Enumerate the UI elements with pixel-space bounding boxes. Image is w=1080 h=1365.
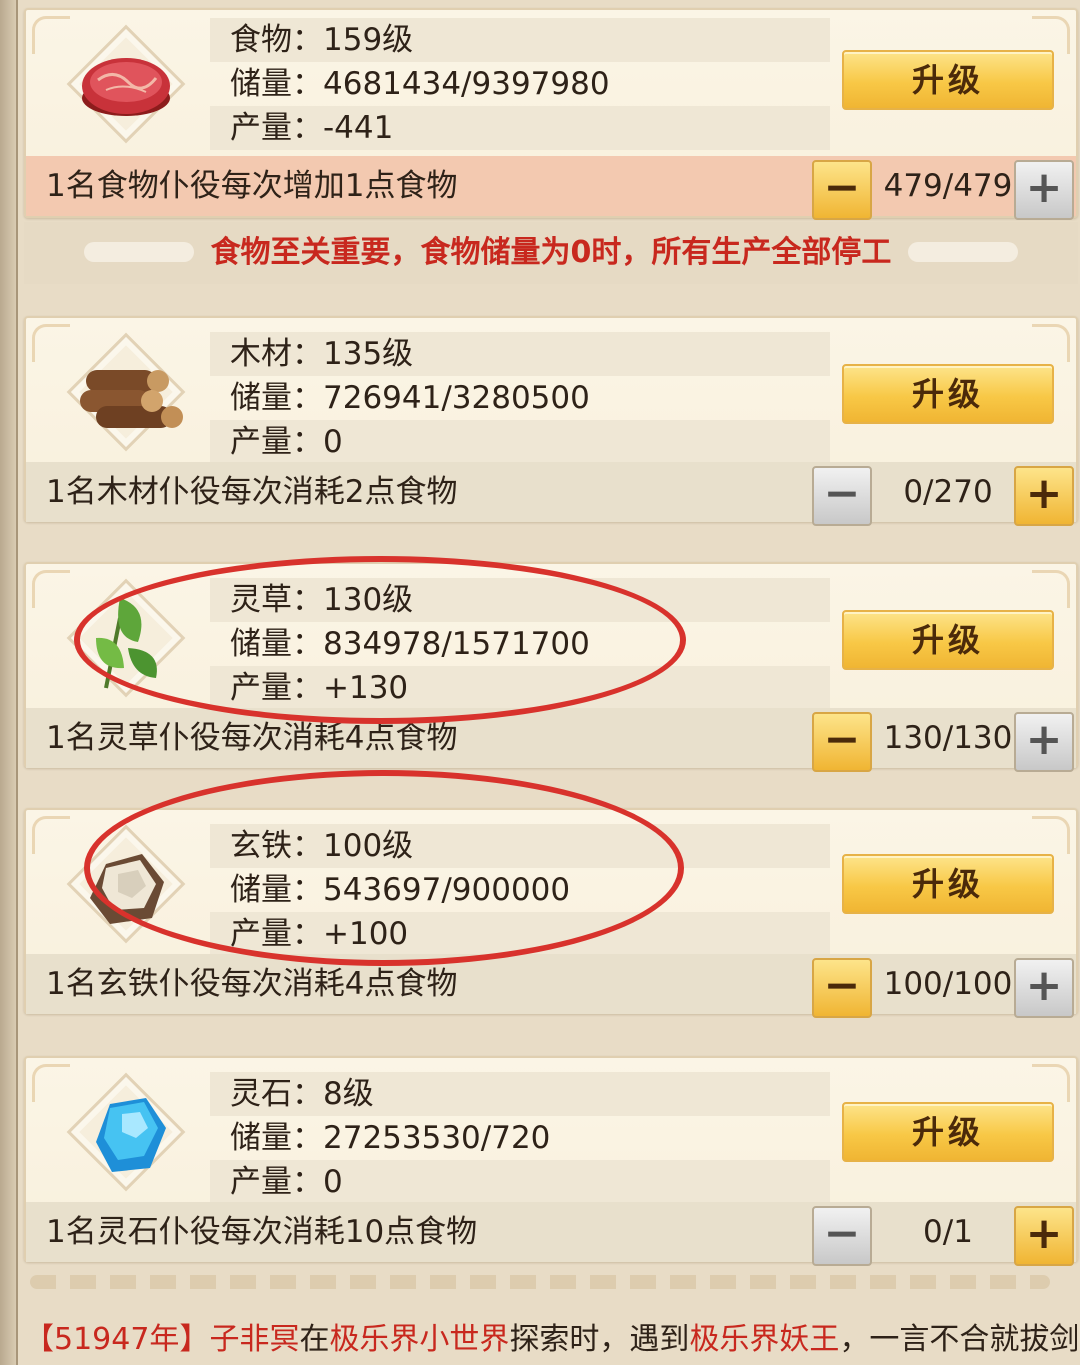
notice-text: 食物至关重要，食物储量为0时，所有生产全部停工 — [210, 235, 892, 270]
servant-description: 1名灵草仆役每次消耗4点食物 — [46, 720, 458, 756]
card-corner-ornament — [32, 570, 70, 608]
plus-button-iron[interactable]: + — [1014, 958, 1074, 1018]
minus-button-herb[interactable]: − — [812, 712, 872, 772]
log-text: 在 — [299, 1322, 330, 1357]
resource-level: 灵石：8级 — [210, 1072, 830, 1116]
servant-description: 1名玄铁仆役每次消耗4点食物 — [46, 966, 458, 1002]
left-edge-strip — [0, 0, 18, 1365]
resource-level: 灵草：130级 — [210, 578, 830, 622]
plus-button-food[interactable]: + — [1014, 160, 1074, 220]
resource-level: 玄铁：100级 — [210, 824, 830, 868]
resource-output: 产量：+130 — [210, 666, 830, 710]
food-notice: 食物至关重要，食物储量为0时，所有生产全部停工 — [24, 222, 1078, 284]
resource-output: 产量：+100 — [210, 912, 830, 956]
meat-icon — [66, 24, 186, 144]
log-enemy[interactable]: 极乐界妖王 — [689, 1322, 839, 1357]
log-text: ，一言不合就拔剑 — [839, 1322, 1078, 1357]
herb-leaf-icon — [66, 578, 186, 698]
servant-description: 1名食物仆役每次增加1点食物 — [46, 168, 458, 204]
servant-bar-food: 1名食物仆役每次增加1点食物 − 479/479 + — [26, 156, 1076, 220]
card-corner-ornament — [1032, 1064, 1070, 1102]
plus-button-stone[interactable]: + — [1014, 1206, 1074, 1266]
servant-bar-herb: 1名灵草仆役每次消耗4点食物 − 130/130 + — [26, 708, 1076, 772]
servant-description: 1名木材仆役每次消耗2点食物 — [46, 474, 458, 510]
log-year: 【51947年】 — [24, 1322, 210, 1357]
servant-description: 1名灵石仆役每次消耗10点食物 — [46, 1214, 478, 1250]
plus-button-wood[interactable]: + — [1014, 466, 1074, 526]
card-corner-ornament — [1032, 16, 1070, 54]
wood-logs-icon — [66, 332, 186, 452]
servant-count: 0/1 — [923, 1214, 973, 1250]
card-corner-ornament — [32, 324, 70, 362]
ornamental-divider — [30, 1275, 1050, 1289]
upgrade-button-food[interactable]: 升级 — [842, 50, 1054, 110]
plus-button-herb[interactable]: + — [1014, 712, 1074, 772]
resource-level: 食物：159级 — [210, 18, 830, 62]
log-place[interactable]: 极乐界小世界 — [329, 1322, 509, 1357]
resource-card-herb: 灵草：130级 储量：834978/1571700 产量：+130 升级 1名灵… — [24, 562, 1078, 772]
log-actor[interactable]: 子非冥 — [209, 1322, 299, 1357]
servant-bar-wood: 1名木材仆役每次消耗2点食物 − 0/270 + — [26, 462, 1076, 526]
resource-output: 产量：-441 — [210, 106, 830, 150]
resource-storage: 储量：543697/900000 — [230, 872, 571, 908]
servant-count: 100/100 — [883, 966, 1013, 1002]
upgrade-button-iron[interactable]: 升级 — [842, 854, 1054, 914]
event-log: 【51947年】子非冥在极乐界小世界探索时，遇到极乐界妖王，一言不合就拔剑 — [24, 1318, 1078, 1362]
resource-storage: 储量：4681434/9397980 — [230, 66, 610, 102]
resource-storage: 储量：834978/1571700 — [230, 626, 590, 662]
resource-storage: 储量：726941/3280500 — [230, 380, 590, 416]
resource-card-food: 食物：159级 储量：4681434/9397980 产量：-441 升级 1名… — [24, 8, 1078, 220]
log-text: 探索时，遇到 — [509, 1322, 690, 1357]
minus-button-wood[interactable]: − — [812, 466, 872, 526]
minus-button-iron[interactable]: − — [812, 958, 872, 1018]
minus-button-food[interactable]: − — [812, 160, 872, 220]
resource-card-wood: 木材：135级 储量：726941/3280500 产量：0 升级 1名木材仆役… — [24, 316, 1078, 526]
servant-bar-stone: 1名灵石仆役每次消耗10点食物 − 0/1 + — [26, 1202, 1076, 1266]
iron-ore-icon — [66, 824, 186, 944]
servant-count: 130/130 — [883, 720, 1013, 756]
resource-storage: 储量：27253530/720 — [230, 1120, 551, 1156]
spirit-stone-icon — [66, 1072, 186, 1192]
resource-card-iron: 玄铁：100级 储量：543697/900000 产量：+100 升级 1名玄铁… — [24, 808, 1078, 1018]
servant-count: 0/270 — [903, 474, 993, 510]
cloud-ornament-right — [908, 242, 1018, 262]
card-corner-ornament — [32, 1064, 70, 1102]
servant-count: 479/479 — [883, 168, 1013, 204]
resource-output: 产量：0 — [210, 1160, 830, 1204]
card-corner-ornament — [1032, 324, 1070, 362]
minus-button-stone[interactable]: − — [812, 1206, 872, 1266]
card-corner-ornament — [32, 16, 70, 54]
resource-output: 产量：0 — [210, 420, 830, 464]
upgrade-button-stone[interactable]: 升级 — [842, 1102, 1054, 1162]
card-corner-ornament — [32, 816, 70, 854]
servant-bar-iron: 1名玄铁仆役每次消耗4点食物 − 100/100 + — [26, 954, 1076, 1018]
cloud-ornament-left — [84, 242, 194, 262]
upgrade-button-wood[interactable]: 升级 — [842, 364, 1054, 424]
card-corner-ornament — [1032, 816, 1070, 854]
upgrade-button-herb[interactable]: 升级 — [842, 610, 1054, 670]
resource-level: 木材：135级 — [210, 332, 830, 376]
card-corner-ornament — [1032, 570, 1070, 608]
resource-card-stone: 灵石：8级 储量：27253530/720 产量：0 升级 1名灵石仆役每次消耗… — [24, 1056, 1078, 1266]
